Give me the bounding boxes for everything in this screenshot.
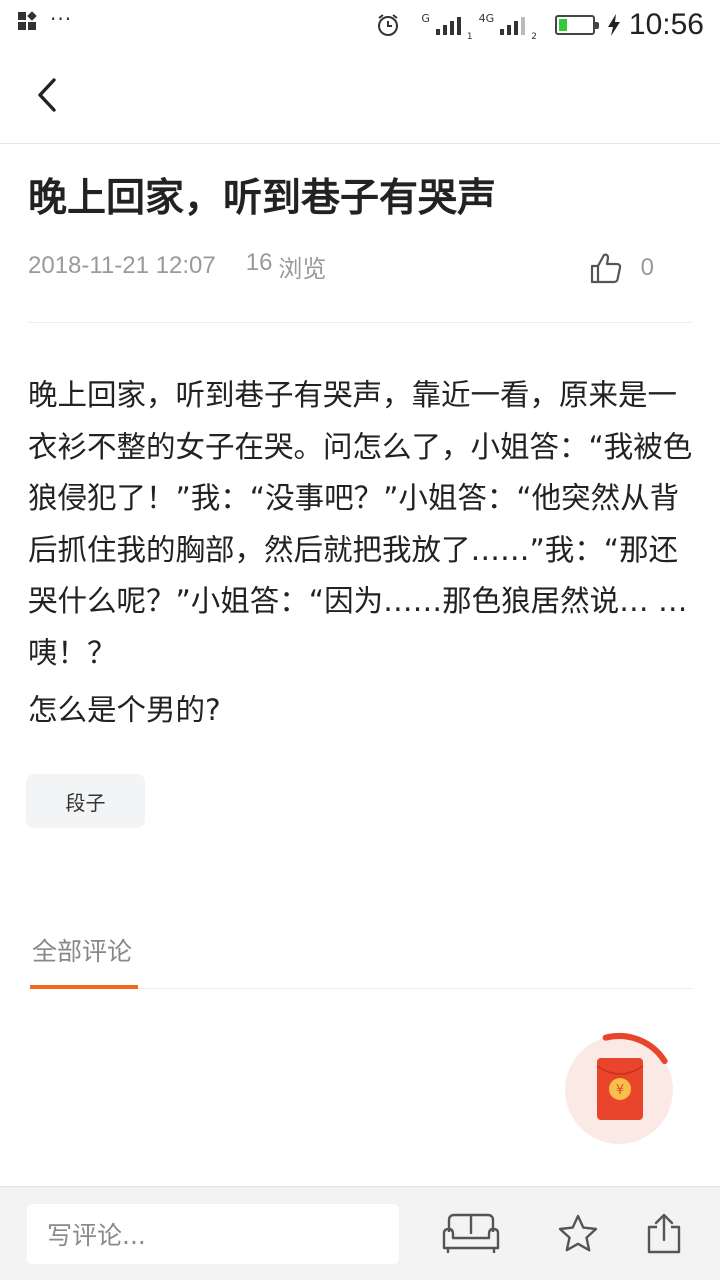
article-date: 2018-11-21 12:07	[28, 252, 216, 279]
sim-1-label: 1	[466, 32, 473, 42]
comment-input[interactable]: 写评论...	[27, 1204, 399, 1264]
network-type-1: G	[421, 12, 430, 25]
view-count-number: 16	[245, 248, 273, 276]
article-paragraph: 怎么是个男的?	[28, 693, 221, 727]
signal-2-icon	[500, 15, 526, 35]
sim-2-label: 2	[531, 32, 537, 42]
red-envelope-icon: ¥	[565, 1033, 673, 1144]
lightning-icon	[607, 14, 620, 36]
article-body: 晚上回家，听到巷子有哭声，靠近一看，原来是一衣衫不整的女子在哭。问怎么了，小姐答…	[28, 370, 696, 737]
signal-1-icon	[435, 15, 461, 35]
nav-bar	[0, 50, 720, 144]
back-button[interactable]	[22, 70, 72, 120]
article-title: 晚上回家，听到巷子有哭声	[28, 176, 497, 221]
status-bar-right: G 1 4G 2 10:56	[375, 8, 704, 42]
star-icon	[558, 1214, 598, 1252]
bottom-bar: 写评论...	[0, 1186, 720, 1280]
status-bar-left: ···	[18, 7, 73, 32]
active-tab-indicator	[30, 985, 138, 989]
article-paragraph: 晚上回家，听到巷子有哭声，靠近一看，原来是一衣衫不整的女子在哭。问怎么了，小姐答…	[28, 378, 693, 670]
article-tag[interactable]: 段子	[26, 774, 145, 828]
network-type-2: 4G	[478, 12, 495, 25]
tab-all-comments[interactable]: 全部评论	[32, 932, 132, 972]
red-packet-button[interactable]: ¥	[565, 1022, 680, 1144]
favorite-button[interactable]	[548, 1207, 608, 1261]
app-grid-icon	[18, 11, 38, 32]
like-button[interactable]: 0	[589, 248, 654, 288]
sofa-icon	[442, 1213, 500, 1253]
share-icon	[647, 1213, 681, 1254]
chevron-left-icon	[38, 78, 56, 112]
thumbs-up-icon	[590, 253, 621, 284]
status-bar: ··· G 1 4G 2 10:56	[0, 0, 720, 50]
share-button[interactable]	[634, 1207, 694, 1261]
alarm-clock-icon	[378, 14, 399, 36]
notification-dots: ···	[50, 7, 73, 31]
battery-icon	[554, 15, 599, 35]
view-count-label: 浏览	[278, 255, 327, 283]
status-time: 10:56	[628, 8, 704, 41]
meta-divider	[28, 322, 692, 323]
article-meta: 2018-11-21 12:07 16 浏览	[28, 246, 326, 286]
like-count: 0	[640, 254, 654, 281]
coin-symbol: ¥	[616, 1083, 624, 1098]
view-count: 16 浏览	[246, 249, 327, 284]
sofa-button[interactable]	[441, 1207, 501, 1261]
